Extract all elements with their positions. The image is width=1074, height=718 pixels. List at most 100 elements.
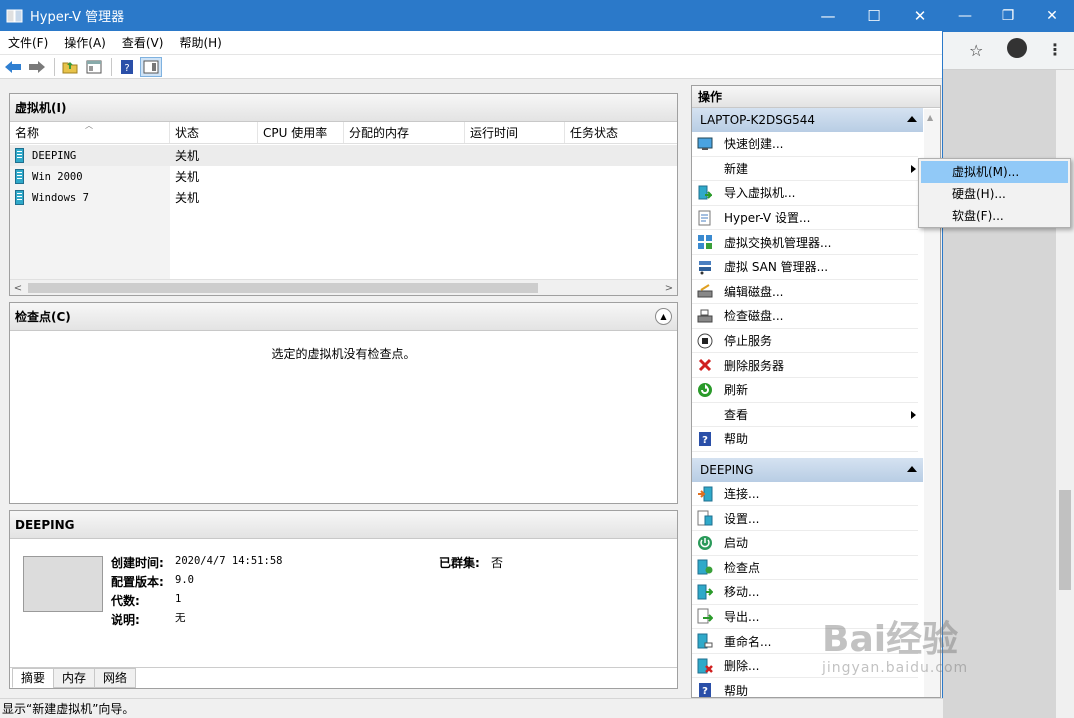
action-start[interactable]: 启动 [692, 531, 918, 556]
browser-address-bar: ☆ ⋮ [943, 32, 1074, 70]
actions-pane-title: 操作 [692, 86, 940, 108]
action-edit-disk[interactable]: 编辑磁盘... [692, 280, 918, 305]
action-help[interactable]: ? 帮助 [692, 427, 918, 452]
column-cpu[interactable]: CPU 使用率 [258, 122, 344, 143]
action-quick-create[interactable]: 快速创建... [692, 132, 918, 157]
export-icon [697, 608, 713, 624]
profile-avatar-icon[interactable] [1007, 38, 1027, 58]
scroll-up-icon[interactable]: ▲ [927, 113, 933, 122]
column-task-status[interactable]: 任务状态 [565, 122, 677, 143]
browser-scroll-thumb[interactable] [1059, 490, 1071, 590]
action-pane-icon[interactable] [140, 56, 162, 77]
help-icon[interactable]: ? [116, 57, 138, 77]
action-virtual-switch-manager[interactable]: 虚拟交换机管理器... [692, 230, 918, 255]
action-virtual-san-manager[interactable]: 虚拟 SAN 管理器... [692, 255, 918, 280]
menu-action[interactable]: 操作(A) [56, 34, 114, 51]
checkpoint-icon [697, 559, 713, 575]
action-move[interactable]: 移动... [692, 580, 918, 605]
toolbar-separator [54, 57, 55, 76]
watermark-logo: Bai经验 [822, 619, 959, 660]
action-checkpoint[interactable]: 检查点 [692, 556, 918, 581]
menu-view[interactable]: 查看(V) [114, 34, 172, 51]
server-group-header[interactable]: LAPTOP-K2DSG544 [692, 108, 923, 132]
browser-menu-icon[interactable]: ⋮ [1047, 40, 1063, 59]
vm-table-header: 名称 ︿ 状态 CPU 使用率 分配的内存 运行时间 任务状态 [10, 121, 677, 144]
action-hyperv-settings[interactable]: Hyper-V 设置... [692, 206, 918, 231]
help-icon: ? [697, 682, 713, 697]
help-icon: ? [697, 431, 713, 447]
menu-file[interactable]: 文件(F) [0, 34, 56, 51]
column-name[interactable]: 名称 ︿ [10, 121, 170, 143]
vm-state: 关机 [175, 170, 200, 184]
status-bar: 显示“新建虚拟机”向导。 [0, 698, 943, 718]
action-connect[interactable]: 连接... [692, 482, 918, 507]
minimize-button[interactable]: — [805, 0, 851, 31]
bookmark-star-icon[interactable]: ☆ [969, 41, 983, 60]
forward-arrow-icon[interactable] [26, 57, 48, 77]
inspect-disk-icon [697, 308, 713, 324]
tab-network[interactable]: 网络 [94, 668, 137, 688]
scroll-right-icon[interactable]: > [661, 280, 677, 296]
action-new[interactable]: 新建 [692, 157, 918, 182]
scroll-left-icon[interactable]: < [10, 280, 26, 296]
actions-pane: 操作 ▲ LAPTOP-K2DSG544 快速创建... 新建 导入虚拟机...… [691, 85, 941, 698]
table-row[interactable]: Win 2000 关机 [10, 166, 677, 187]
column-memory[interactable]: 分配的内存 [344, 122, 465, 143]
action-settings[interactable]: 设置... [692, 506, 918, 531]
browser-restore-button[interactable]: ❐ [986, 0, 1030, 32]
menu-help[interactable]: 帮助(H) [171, 34, 229, 51]
collapse-up-icon[interactable]: ▲ [655, 308, 672, 325]
submenu-arrow-icon [911, 410, 916, 419]
details-pane-header: DEEPING [10, 511, 677, 539]
background-browser-window: — ❐ ✕ ☆ ⋮ [943, 0, 1074, 718]
column-state[interactable]: 状态 [170, 122, 258, 143]
menu-bar: 文件(F) 操作(A) 查看(V) 帮助(H) [0, 31, 942, 55]
virtual-switch-icon [697, 234, 713, 250]
detail-created: 创建时间: 2020/4/7 14:51:58 [111, 555, 283, 570]
menu-item-new-floppy-disk[interactable]: 软盘(F)... [919, 205, 1070, 227]
back-arrow-icon[interactable] [2, 57, 24, 77]
tab-memory[interactable]: 内存 [53, 668, 96, 688]
browser-minimize-button[interactable]: — [943, 0, 987, 32]
action-refresh[interactable]: 刷新 [692, 378, 918, 403]
up-folder-icon[interactable] [59, 57, 81, 77]
browser-close-button[interactable]: ✕ [1030, 0, 1074, 32]
show-hide-console-tree-icon[interactable] [83, 57, 105, 77]
details-body: 创建时间: 2020/4/7 14:51:58 配置版本: 9.0 代数: 1 说明:… [10, 540, 677, 668]
vm-name: Win 2000 [32, 170, 83, 183]
detail-config-version: 配置版本: 9.0 [111, 574, 194, 589]
action-inspect-disk[interactable]: 检查磁盘... [692, 304, 918, 329]
move-icon [697, 584, 713, 600]
collapse-caret-icon[interactable] [907, 465, 917, 472]
hyperv-settings-icon [697, 210, 713, 226]
collapse-caret-icon[interactable] [907, 116, 917, 122]
details-pane-title: DEEPING [15, 517, 75, 532]
scroll-thumb[interactable] [28, 283, 538, 293]
virtual-machines-pane: 虚拟机(I) 名称 ︿ 状态 CPU 使用率 分配的内存 运行时间 任务状态 D… [9, 93, 678, 296]
detail-clustered: 已群集: 否 [439, 556, 504, 570]
close-button[interactable]: ✕ [897, 0, 943, 31]
table-row[interactable]: Windows 7 关机 [10, 187, 677, 208]
new-submenu: 虚拟机(M)... 硬盘(H)... 软盘(F)... [918, 158, 1071, 228]
action-remove-server[interactable]: 删除服务器 [692, 353, 918, 378]
checkpoint-pane-header: 检查点(C) ▲ [10, 303, 677, 331]
menu-item-new-hard-disk[interactable]: 硬盘(H)... [919, 183, 1070, 205]
vm-horizontal-scrollbar[interactable]: < > [10, 279, 677, 295]
vm-group-header[interactable]: DEEPING [692, 457, 923, 482]
action-import-vm[interactable]: 导入虚拟机... [692, 181, 918, 206]
action-view[interactable]: 查看 [692, 403, 918, 428]
settings-icon [697, 510, 713, 526]
window-title: Hyper-V 管理器 [30, 10, 125, 25]
vm-icon [15, 169, 24, 184]
maximize-button[interactable]: ☐ [851, 0, 897, 31]
tab-summary[interactable]: 摘要 [12, 668, 55, 688]
refresh-icon [697, 382, 713, 398]
action-stop-service[interactable]: 停止服务 [692, 329, 918, 354]
column-uptime[interactable]: 运行时间 [465, 122, 565, 143]
quick-create-icon [697, 136, 713, 152]
table-row[interactable]: DEEPING 关机 [10, 145, 677, 166]
start-icon [697, 535, 713, 551]
vm-thumbnail [23, 556, 103, 612]
menu-item-new-virtual-machine[interactable]: 虚拟机(M)... [921, 161, 1068, 183]
vm-icon [15, 148, 24, 163]
